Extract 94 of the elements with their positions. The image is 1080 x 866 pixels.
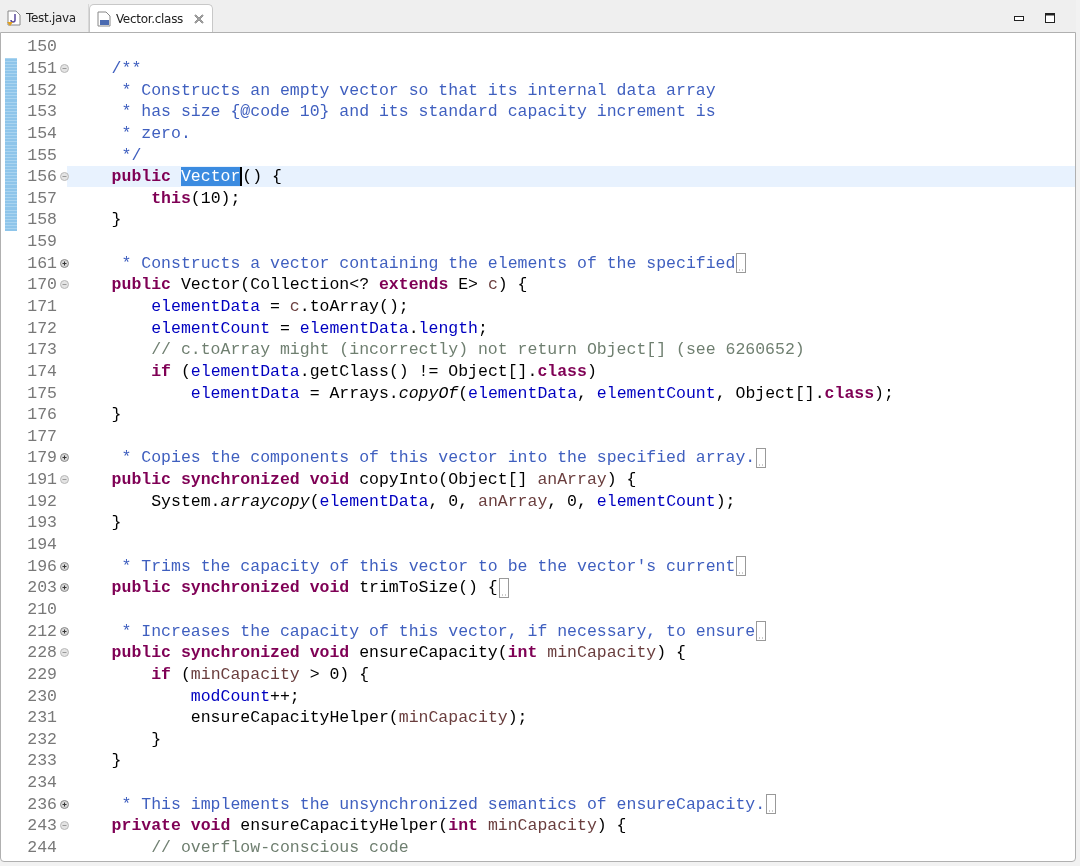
line-number: 191 <box>26 470 57 490</box>
line-number: 151 <box>26 58 57 78</box>
line-number: 156 <box>26 167 57 187</box>
code-line: // overflow-conscious code <box>150 838 409 857</box>
code-line: System.arraycopy(elementData, 0, anArray, 0, elementCount); <box>150 491 736 511</box>
line-number: 154 <box>26 123 57 143</box>
line-number: 194 <box>26 535 57 555</box>
collapse-icon[interactable] <box>60 172 69 182</box>
code-line: */ <box>120 145 142 165</box>
code-line: * Trims the capacity of this vector to be the vector's current <box>120 556 736 576</box>
close-icon[interactable] <box>194 13 205 24</box>
code-line: modCount++; <box>189 686 300 706</box>
line-number: 172 <box>26 318 57 338</box>
line-number: 173 <box>26 340 57 360</box>
code-line: } <box>150 729 162 749</box>
collapse-icon[interactable] <box>60 280 69 290</box>
line-number: 157 <box>26 188 57 208</box>
code-line: } <box>110 513 122 533</box>
line-number: 196 <box>26 556 57 576</box>
folded-code-icon[interactable] <box>756 621 767 642</box>
code-line: public Vector(Collection<? extends E> c) { <box>110 275 528 295</box>
line-number: 155 <box>26 145 57 165</box>
line-number: 158 <box>26 210 57 230</box>
code-line: * has size {@code 10} and its standard capacity increment is <box>120 102 716 122</box>
minimize-icon[interactable] <box>1014 15 1024 21</box>
line-number: 236 <box>26 794 57 814</box>
code-line: * Constructs a vector containing the elements of the specified <box>120 253 736 273</box>
code-line: this(10); <box>150 188 241 208</box>
collapse-icon[interactable] <box>60 821 69 831</box>
code-line: // c.toArray might (incorrectly) not return Object[] (see 6260652) <box>150 340 805 360</box>
line-number: 175 <box>26 383 57 403</box>
line-number: 193 <box>26 513 57 533</box>
code-line: elementData = c.toArray(); <box>150 297 409 316</box>
expand-icon[interactable] <box>60 258 69 268</box>
line-number: 150 <box>26 37 57 57</box>
line-number: 210 <box>26 599 57 619</box>
code-line: * Copies the components of this vector into the specified array. <box>120 448 756 468</box>
folded-code-icon[interactable] <box>766 794 777 815</box>
collapse-icon[interactable] <box>60 648 69 658</box>
line-number: 232 <box>26 729 57 749</box>
code-line: * Constructs an empty vector so that its internal data array <box>120 80 716 100</box>
line-number: 161 <box>26 253 57 273</box>
expand-icon[interactable] <box>60 626 69 636</box>
class-file-icon <box>96 10 111 27</box>
code-line: elementData = Arrays.copyOf(elementData, elementCount, Object[].class); <box>189 383 894 403</box>
line-number: 231 <box>26 708 57 728</box>
expand-icon[interactable] <box>60 583 69 593</box>
line-number: 174 <box>26 361 57 381</box>
code-line: elementCount = elementData.length; <box>150 318 488 338</box>
line-number: 203 <box>26 578 57 598</box>
line-number: 228 <box>26 643 57 663</box>
code-line: public Vector() { <box>110 167 282 187</box>
expand-icon[interactable] <box>60 561 69 571</box>
code-line: ensureCapacityHelper(minCapacity); <box>189 708 528 728</box>
maximize-icon[interactable] <box>1045 13 1055 23</box>
line-number: 192 <box>26 491 57 511</box>
folded-code-icon[interactable] <box>756 448 767 468</box>
line-number: 212 <box>26 621 57 641</box>
code-line: * Increases the capacity of this vector, if necessary, to ensure <box>120 621 756 641</box>
code-line: private void ensureCapacityHelper(int minCapacity) { <box>110 816 627 836</box>
code-line: /** <box>110 58 142 78</box>
folded-code-icon[interactable] <box>736 556 747 577</box>
line-number: 170 <box>26 275 57 295</box>
code-line: if (elementData.getClass() != Object[].class) <box>150 361 597 381</box>
line-number: 230 <box>26 686 57 706</box>
folded-code-icon[interactable] <box>736 253 747 274</box>
line-number: 179 <box>26 448 57 468</box>
code-line: } <box>110 405 122 425</box>
line-number: 159 <box>26 232 57 252</box>
expand-icon[interactable] <box>60 799 69 809</box>
code-line: } <box>110 210 122 230</box>
code-line: * zero. <box>120 123 191 143</box>
line-number: 233 <box>26 751 57 771</box>
code-line: if (minCapacity > 0) { <box>150 664 370 684</box>
line-number: 243 <box>26 816 57 836</box>
code-line: public synchronized void ensureCapacity(int minCapacity) { <box>110 643 686 663</box>
line-number: 153 <box>26 102 57 122</box>
collapse-icon[interactable] <box>60 63 69 73</box>
line-number: 177 <box>26 426 57 446</box>
editor-tab[interactable]: Vector.class <box>88 4 214 32</box>
collapse-icon[interactable] <box>60 475 69 485</box>
code-line: public synchronized void copyInto(Object[] anArray) { <box>110 470 637 490</box>
line-number: 234 <box>26 773 57 793</box>
code-line: } <box>110 751 122 771</box>
java-file-icon <box>7 10 21 26</box>
line-number: 176 <box>26 405 57 425</box>
code-line: public synchronized void trimToSize() { <box>110 578 498 598</box>
code-line: * This implements the unsynchronized semantics of ensureCapacity. <box>120 794 766 814</box>
line-number: 171 <box>26 297 57 316</box>
line-number: 244 <box>26 838 57 857</box>
folded-code-icon[interactable] <box>498 577 509 598</box>
line-number: 229 <box>26 664 57 684</box>
line-number: 152 <box>26 80 57 100</box>
expand-icon[interactable] <box>60 453 69 463</box>
